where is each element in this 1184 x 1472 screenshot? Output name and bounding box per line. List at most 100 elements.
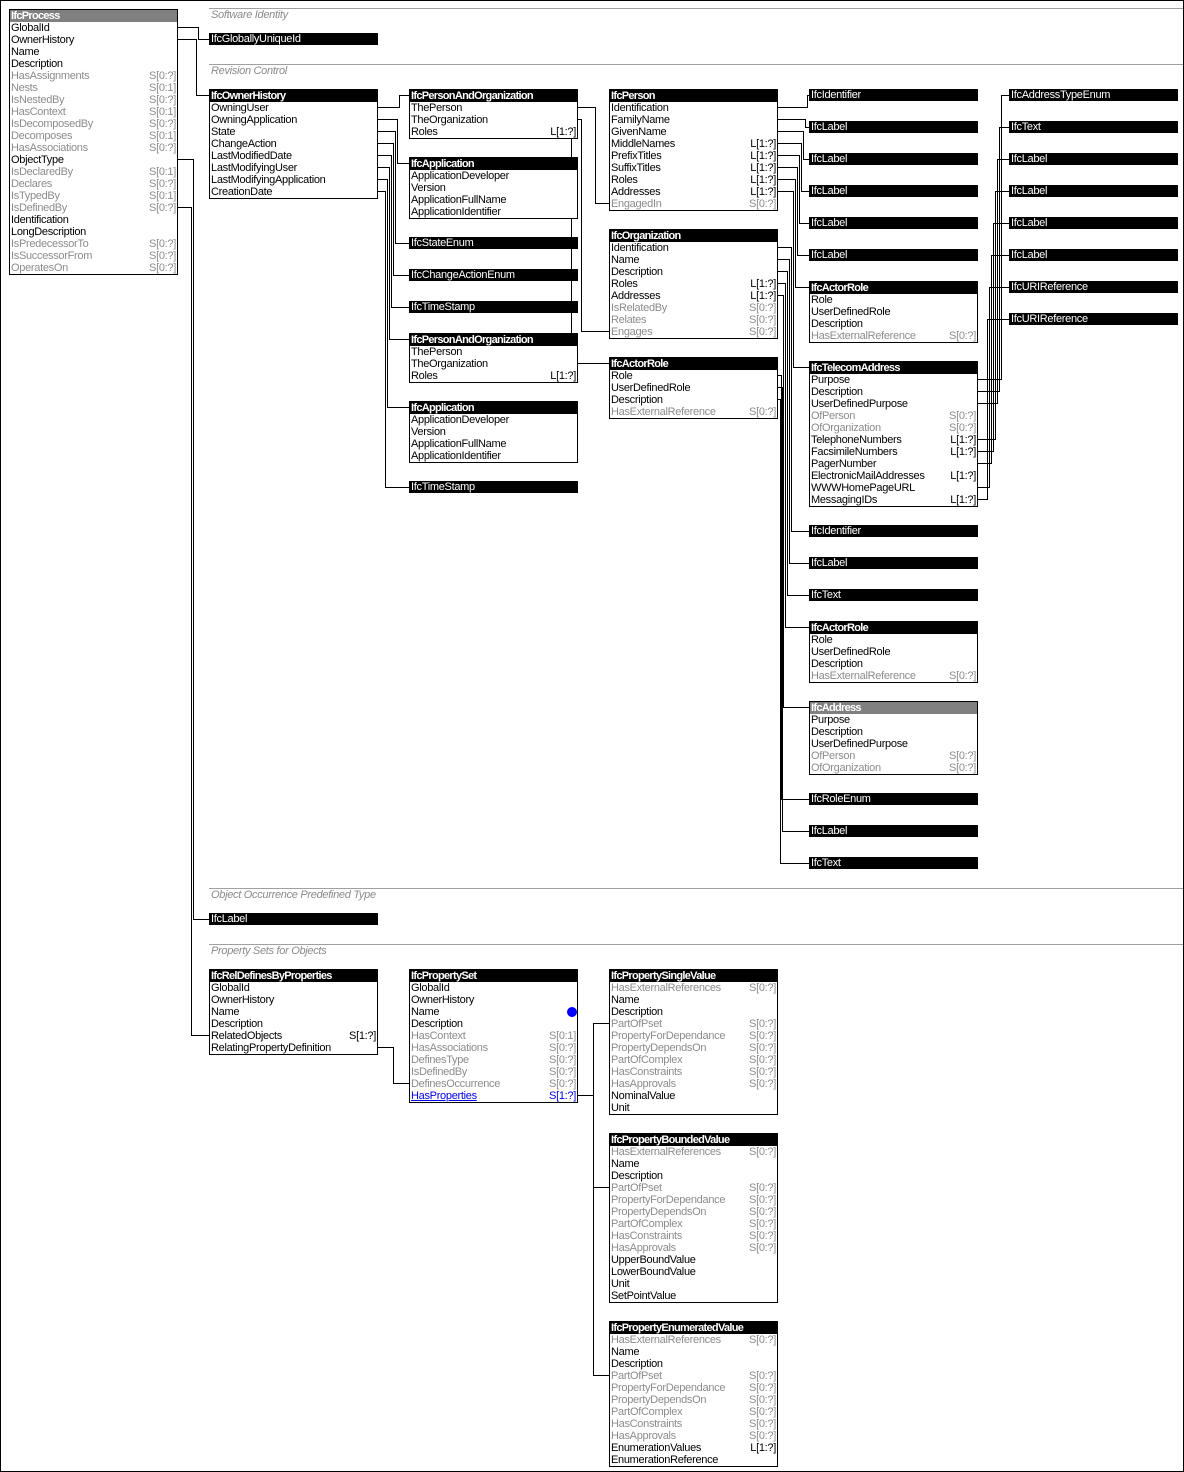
type-label[interactable]: IfcLabel [1009,185,1178,197]
attribute-row[interactable]: Identification [10,214,177,226]
entity-title[interactable]: IfcApplication [410,402,577,414]
attribute-row[interactable]: PartOfPset S[0:?] [610,1182,777,1194]
entity-title[interactable]: IfcActorRole [610,358,777,370]
type-label[interactable]: IfcLabel [809,557,978,569]
attribute-row[interactable]: ApplicationDeveloper [410,170,577,182]
attribute-row[interactable]: Description [610,1170,777,1182]
attribute-row[interactable]: Description [610,394,777,406]
attribute-row[interactable]: PartOfComplex S[0:?] [610,1406,777,1418]
attribute-row[interactable]: Role [810,634,977,646]
attribute-row[interactable]: HasApprovals S[0:?] [610,1242,777,1254]
attribute-row[interactable]: Description [810,658,977,670]
attribute-row[interactable]: Name [210,1006,377,1018]
type-urireference[interactable]: IfcURIReference [1009,281,1178,293]
attribute-row[interactable]: Name [610,1346,777,1358]
type-urireference[interactable]: IfcURIReference [1009,313,1178,325]
attribute-row[interactable]: ObjectType [10,154,177,166]
attribute-row[interactable]: OwnerHistory [210,994,377,1006]
attribute-row[interactable]: Description [610,266,777,278]
attribute-row[interactable]: IsNestedBy S[0:?] [10,94,177,106]
entity-title[interactable]: IfcOrganization [610,230,777,242]
attribute-row[interactable]: NominalValue [610,1090,777,1102]
attribute-row[interactable]: HasAssignments S[0:?] [10,70,177,82]
attribute-row[interactable]: Roles L[1:?] [410,370,577,382]
attribute-row[interactable]: FamilyName [610,114,777,126]
attribute-row[interactable]: PropertyDependsOn S[0:?] [610,1394,777,1406]
attribute-row[interactable]: TheOrganization [410,114,577,126]
attribute-row[interactable]: WWWHomePageURL [810,482,977,494]
type-label[interactable]: IfcLabel [1009,153,1178,165]
attribute-row[interactable]: HasAssociations S[0:?] [410,1042,577,1054]
type-label[interactable]: IfcLabel [1009,249,1178,261]
attribute-row[interactable]: HasExternalReferences S[0:?] [610,1146,777,1158]
attribute-row[interactable]: PropertyForDependance S[0:?] [610,1194,777,1206]
attribute-row[interactable]: OwningApplication [210,114,377,126]
attribute-row[interactable]: Roles L[1:?] [410,126,577,138]
attribute-row[interactable]: ChangeAction [210,138,377,150]
type-label[interactable]: IfcLabel [809,185,978,197]
entity-title[interactable]: IfcProcess [10,10,177,22]
type-label[interactable]: IfcLabel [809,217,978,229]
attribute-row[interactable]: LastModifiedDate [210,150,377,162]
attribute-row[interactable]: MiddleNames L[1:?] [610,138,777,150]
attribute-row[interactable]: OfOrganization S[0:?] [810,422,977,434]
attribute-row[interactable]: Nests S[0:1] [10,82,177,94]
attribute-row[interactable]: FacsimileNumbers L[1:?] [810,446,977,458]
attribute-row[interactable]: Name [610,1158,777,1170]
attribute-row[interactable]: IsDefinedBy S[0:?] [10,202,177,214]
attribute-row[interactable]: RelatingPropertyDefinition [210,1042,377,1054]
attribute-row[interactable]: IsDeclaredBy S[0:1] [10,166,177,178]
attribute-row[interactable]: DefinesType S[0:?] [410,1054,577,1066]
type-label[interactable]: IfcLabel [809,249,978,261]
attribute-row[interactable]: HasConstraints S[0:?] [610,1066,777,1078]
attribute-row[interactable]: LowerBoundValue [610,1266,777,1278]
attribute-row[interactable]: LastModifyingApplication [210,174,377,186]
attribute-row[interactable]: MessagingIDs L[1:?] [810,494,977,506]
attribute-row[interactable]: Purpose [810,714,977,726]
attribute-row[interactable]: OwnerHistory [410,994,577,1006]
attribute-row[interactable]: LastModifyingUser [210,162,377,174]
attribute-row[interactable]: ThePerson [410,102,577,114]
attribute-row[interactable]: GlobalId [10,22,177,34]
attribute-row[interactable]: RelatedObjects S[1:?] [210,1030,377,1042]
type-state-enum[interactable]: IfcStateEnum [409,237,578,249]
attribute-row[interactable]: EnumerationValues L[1:?] [610,1442,777,1454]
entity-title[interactable]: IfcApplication [410,158,577,170]
attribute-row[interactable]: PropertyDependsOn S[0:?] [610,1206,777,1218]
attribute-row[interactable]: Version [410,182,577,194]
attribute-row[interactable]: Description [810,726,977,738]
attribute-row[interactable]: Version [410,426,577,438]
attribute-row[interactable]: UserDefinedRole [810,646,977,658]
entity-title[interactable]: IfcActorRole [810,282,977,294]
attribute-row[interactable]: PartOfPset S[0:?] [610,1018,777,1030]
attribute-row[interactable]: State [210,126,377,138]
entity-title[interactable]: IfcOwnerHistory [210,90,377,102]
attribute-row[interactable]: Roles L[1:?] [610,174,777,186]
attribute-row[interactable]: HasConstraints S[0:?] [610,1230,777,1242]
attribute-row[interactable]: PropertyForDependance S[0:?] [610,1382,777,1394]
type-text[interactable]: IfcText [809,857,978,869]
attribute-row[interactable]: CreationDate [210,186,377,198]
attribute-row[interactable]: HasContext S[0:1] [10,106,177,118]
attribute-row[interactable]: UserDefinedRole [610,382,777,394]
attribute-row[interactable]: UpperBoundValue [610,1254,777,1266]
attribute-row[interactable]: Roles L[1:?] [610,278,777,290]
attribute-row[interactable]: HasConstraints S[0:?] [610,1418,777,1430]
type-text[interactable]: IfcText [1009,121,1178,133]
attribute-row[interactable]: IsSuccessorFrom S[0:?] [10,250,177,262]
attribute-row[interactable]: Name [410,1006,577,1018]
attribute-row[interactable]: Name [610,254,777,266]
attribute-row[interactable]: ApplicationIdentifier [410,450,577,462]
entity-title[interactable]: IfcPerson [610,90,777,102]
attribute-row[interactable]: OfPerson S[0:?] [810,750,977,762]
attribute-row[interactable]: LongDescription [10,226,177,238]
attribute-row[interactable]: HasApprovals S[0:?] [610,1078,777,1090]
type-label[interactable]: IfcLabel [809,121,978,133]
attribute-row[interactable]: PartOfComplex S[0:?] [610,1218,777,1230]
attribute-row[interactable]: OwningUser [210,102,377,114]
type-time-stamp[interactable]: IfcTimeStamp [409,301,578,313]
attribute-row[interactable]: GlobalId [210,982,377,994]
entity-title[interactable]: IfcTelecomAddress [810,362,977,374]
attribute-row[interactable]: HasAssociations S[0:?] [10,142,177,154]
entity-title[interactable]: IfcRelDefinesByProperties [210,970,377,982]
